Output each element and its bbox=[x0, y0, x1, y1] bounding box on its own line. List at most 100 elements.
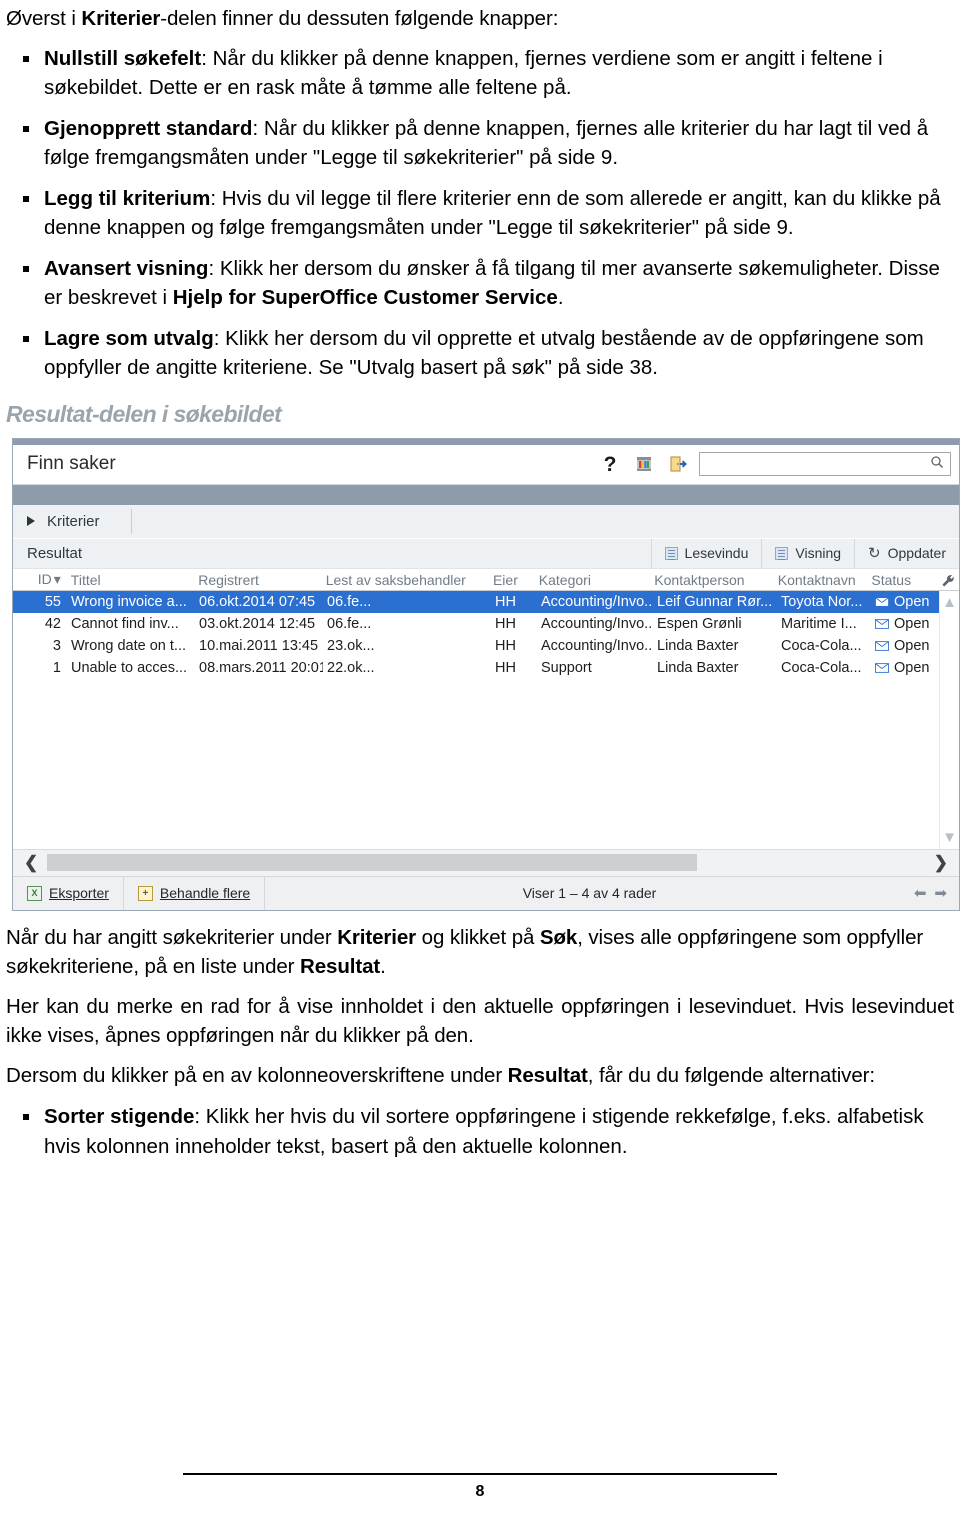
bullet-term: Gjenopprett standard bbox=[44, 116, 253, 140]
grid-header-row: ID ▾ Tittel Registrert Lest av saksbehand… bbox=[13, 568, 959, 591]
cell-kategori: Accounting/Invo... bbox=[541, 637, 653, 654]
cell-id: 55 bbox=[44, 593, 61, 610]
vertical-scrollbar[interactable]: ▲ ▼ bbox=[939, 590, 959, 849]
help-icon[interactable]: ? bbox=[599, 453, 621, 475]
cell-eier: HH bbox=[495, 659, 516, 676]
list-item: Sorter stigende: Klikk her hvis du vil s… bbox=[6, 1102, 954, 1161]
cell-eier: HH bbox=[495, 593, 516, 610]
hscroll-thumb[interactable] bbox=[47, 854, 697, 871]
document-page: Øverst i Kriterier-delen finner du dessu… bbox=[0, 0, 960, 1161]
cell-tittel: Unable to acces... bbox=[71, 659, 188, 676]
list-item: Lagre som utvalg: Klikk her dersom du vi… bbox=[6, 324, 954, 383]
behandle-flere-button[interactable]: + Behandle flere bbox=[124, 876, 266, 910]
cell-lest: 22.ok... bbox=[327, 659, 375, 676]
search-icon[interactable] bbox=[930, 455, 944, 474]
eksporter-button[interactable]: X Eksporter bbox=[13, 876, 124, 910]
bp1-seg1: Når du har angitt søkekriterier under bbox=[6, 925, 338, 949]
color-bin-icon[interactable] bbox=[633, 453, 655, 475]
cell-eier: HH bbox=[495, 637, 516, 654]
bullet-square-icon bbox=[23, 1114, 29, 1120]
top-bullet-list: Nullstill søkefelt: Når du klikker på de… bbox=[6, 44, 954, 383]
bullet-square-icon bbox=[23, 125, 29, 132]
next-page-icon[interactable]: ➡ bbox=[934, 886, 947, 901]
column-header-lest[interactable]: Lest av saksbehandler bbox=[322, 572, 489, 590]
bullet-square-icon bbox=[23, 265, 29, 272]
envelope-icon bbox=[875, 618, 889, 629]
bullet-term: Nullstill søkefelt bbox=[44, 46, 202, 70]
chevron-right-icon bbox=[27, 516, 35, 526]
footer-divider bbox=[183, 1473, 777, 1475]
table-row[interactable]: 42 Cannot find inv... 03.okt.2014 12:45 … bbox=[13, 613, 959, 635]
bullet-term: Sorter stigende bbox=[44, 1105, 195, 1128]
list-item: Legg til kriterium: Hvis du vil legge ti… bbox=[6, 184, 954, 243]
refresh-icon: ↻ bbox=[868, 544, 881, 562]
cell-lest: 23.ok... bbox=[327, 637, 375, 654]
cell-tittel: Wrong date on t... bbox=[71, 637, 186, 654]
result-toolbar: Lesevindu Visning ↻ Oppdater bbox=[650, 538, 959, 568]
bp1-bold2: Søk bbox=[539, 925, 578, 949]
section-kriterier[interactable]: Kriterier bbox=[13, 504, 959, 539]
search-icon-svg bbox=[931, 455, 944, 468]
column-header-kontaktperson[interactable]: Kontaktperson bbox=[650, 572, 773, 590]
column-header-kategori[interactable]: Kategori bbox=[535, 572, 651, 590]
app-titlebar: Finn saker ? bbox=[13, 444, 959, 485]
bp3-seg2: , får du du følgende alternativer: bbox=[587, 1063, 875, 1087]
cell-id: 1 bbox=[52, 659, 61, 676]
grid-settings-button[interactable] bbox=[937, 574, 959, 590]
bottom-paragraph-1: Når du har angitt søkekriterier under Kr… bbox=[6, 923, 954, 982]
cell-lest: 06.fe... bbox=[327, 593, 372, 610]
scroll-left-icon[interactable]: ❮ bbox=[19, 854, 43, 871]
scroll-up-icon[interactable]: ▲ bbox=[942, 595, 957, 610]
bullet-square-icon bbox=[23, 55, 29, 62]
column-header-tittel[interactable]: Tittel bbox=[67, 572, 194, 590]
column-header-kontaktnavn[interactable]: Kontaktnavn bbox=[774, 572, 868, 590]
cell-registrert: 10.mai.2011 13:45 bbox=[199, 637, 319, 654]
column-header-registrert[interactable]: Registrert bbox=[194, 572, 321, 590]
view-icon bbox=[775, 546, 789, 560]
table-row[interactable]: 1 Unable to acces... 08.mars.2011 20:01 … bbox=[13, 657, 959, 679]
hscroll-track[interactable] bbox=[47, 854, 925, 871]
column-header-status[interactable]: Status bbox=[867, 572, 937, 590]
status-badge: Open bbox=[894, 593, 930, 610]
cell-kontaktperson: Linda Baxter bbox=[657, 659, 739, 676]
bp1-seg2: og klikket på bbox=[416, 925, 540, 949]
row-count-text: Viser 1 – 4 av 4 rader bbox=[522, 885, 657, 901]
section-resultat-label: Resultat bbox=[27, 544, 83, 562]
status-badge: Open bbox=[894, 637, 930, 654]
scroll-right-icon[interactable]: ❯ bbox=[929, 854, 953, 871]
excel-export-icon: X bbox=[27, 885, 42, 901]
cell-status: Open bbox=[871, 660, 941, 676]
scroll-down-icon[interactable]: ▼ bbox=[942, 830, 957, 845]
intro-bold: Kriterier bbox=[81, 7, 161, 30]
list-item: Avansert visning: Klikk her dersom du øn… bbox=[6, 254, 954, 313]
table-row[interactable]: 3 Wrong date on t... 10.mai.2011 13:45 2… bbox=[13, 635, 959, 657]
page-number: 8 bbox=[475, 1483, 485, 1500]
help-glyph: ? bbox=[603, 452, 617, 476]
search-box[interactable] bbox=[699, 452, 951, 476]
lesevindu-label: Lesevindu bbox=[684, 545, 749, 561]
column-header-id[interactable]: ID ▾ bbox=[13, 571, 67, 590]
pagination-controls: ⬅ ➡ bbox=[914, 886, 959, 901]
lesevindu-button[interactable]: Lesevindu bbox=[650, 538, 762, 568]
cell-eier: HH bbox=[495, 615, 516, 632]
status-badge: Open bbox=[894, 615, 930, 632]
cell-registrert: 06.okt.2014 07:45 bbox=[199, 593, 316, 610]
export-door-icon[interactable] bbox=[667, 453, 689, 475]
previous-page-icon[interactable]: ⬅ bbox=[914, 886, 927, 901]
list-item: Nullstill søkefelt: Når du klikker på de… bbox=[6, 44, 954, 103]
intro-paragraph: Øverst i Kriterier-delen finner du dessu… bbox=[6, 0, 954, 44]
visning-button[interactable]: Visning bbox=[761, 538, 854, 568]
app-title: Finn saker bbox=[27, 453, 116, 474]
eksporter-label: Eksporter bbox=[49, 885, 109, 901]
bottom-paragraph-3: Dersom du klikker på en av kolonneoversk… bbox=[6, 1061, 954, 1091]
bulk-action-icon: + bbox=[137, 885, 153, 901]
horizontal-scrollbar[interactable]: ❮ ❯ bbox=[13, 848, 959, 876]
search-input[interactable] bbox=[706, 455, 926, 473]
column-header-eier[interactable]: Eier bbox=[489, 572, 535, 590]
status-badge: Open bbox=[894, 659, 930, 676]
cell-kontaktperson: Linda Baxter bbox=[657, 637, 739, 654]
table-row[interactable]: 55 Wrong invoice a... 06.okt.2014 07:45 … bbox=[13, 590, 959, 613]
oppdater-label: Oppdater bbox=[887, 545, 946, 561]
cell-kategori: Accounting/Invo... bbox=[541, 615, 653, 632]
oppdater-button[interactable]: ↻ Oppdater bbox=[854, 538, 959, 568]
